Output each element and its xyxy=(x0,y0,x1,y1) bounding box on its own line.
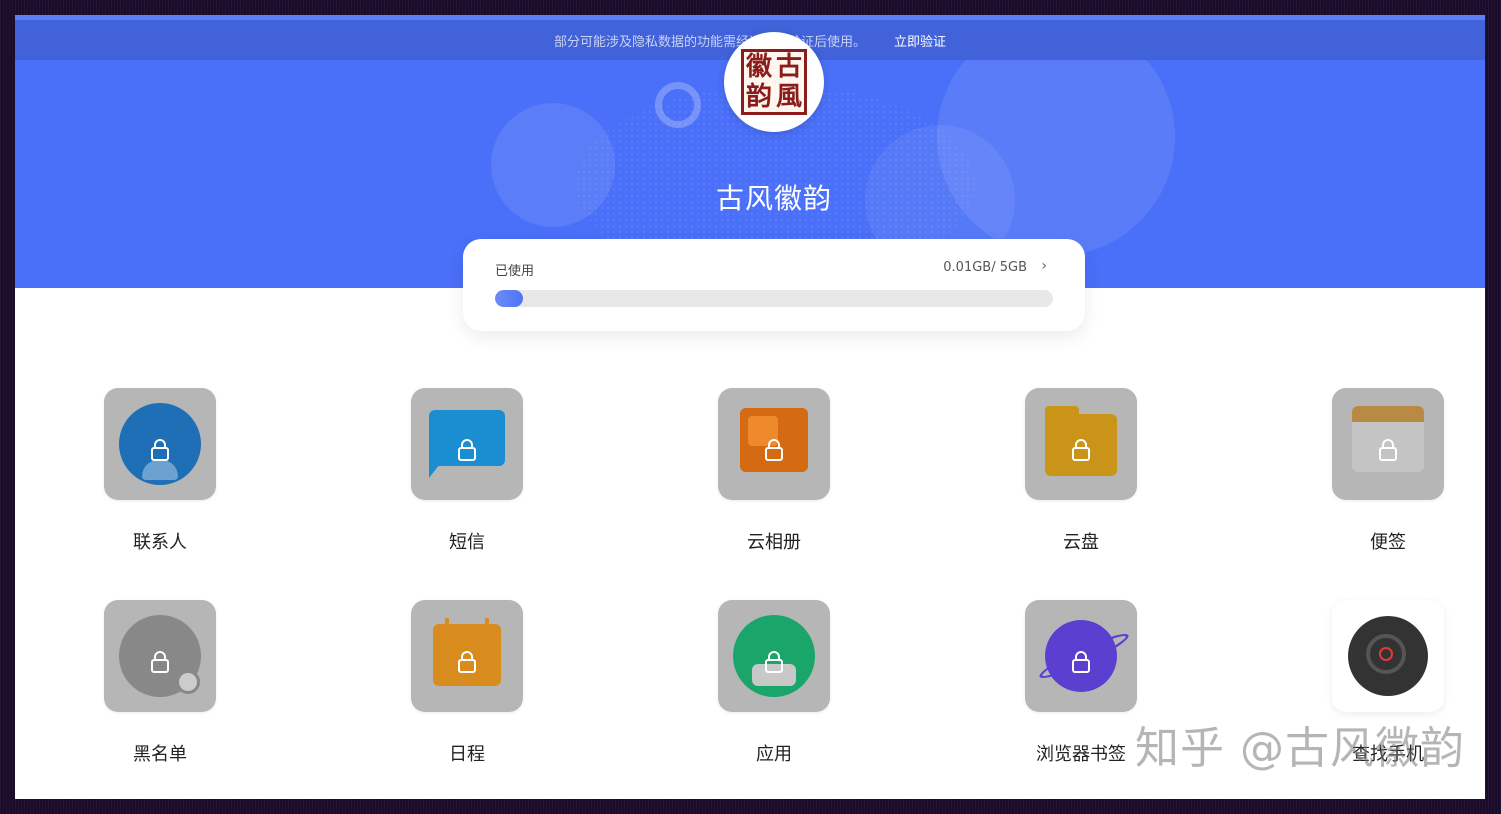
app-item-contacts[interactable]: 联系人 xyxy=(70,388,250,554)
app-item-apps[interactable]: 应用 xyxy=(684,600,864,766)
app-label: 黑名单 xyxy=(133,744,187,765)
lock-icon xyxy=(763,650,785,673)
lock-icon xyxy=(1377,438,1399,461)
lock-icon xyxy=(149,650,171,673)
app-item-message[interactable]: 短信 xyxy=(377,388,557,554)
cloud-drive-icon[interactable] xyxy=(1025,388,1137,500)
calendar-icon[interactable] xyxy=(411,600,523,712)
app-item-notes[interactable]: 便签 xyxy=(1298,388,1478,554)
watermark: 知乎 @古风徽韵 xyxy=(1135,723,1465,774)
app-grid: 联系人 短信 云相册 云盘 便签 黑名单 日程 应用 浏览器书签 查找手机 xyxy=(15,15,1485,799)
apps-icon[interactable] xyxy=(718,600,830,712)
find-phone-icon[interactable] xyxy=(1332,600,1444,712)
app-item-blacklist[interactable]: 黑名单 xyxy=(70,600,250,766)
contacts-icon[interactable] xyxy=(104,388,216,500)
notes-icon[interactable] xyxy=(1332,388,1444,500)
app-label: 联系人 xyxy=(133,532,187,553)
app-label: 短信 xyxy=(449,532,485,553)
lock-icon xyxy=(1070,438,1092,461)
app-label: 日程 xyxy=(449,744,485,765)
app-item-cloud-drive[interactable]: 云盘 xyxy=(991,388,1171,554)
blacklist-icon[interactable] xyxy=(104,600,216,712)
app-label: 便签 xyxy=(1370,532,1406,553)
lock-icon xyxy=(456,650,478,673)
app-label: 云盘 xyxy=(1063,532,1099,553)
app-item-calendar[interactable]: 日程 xyxy=(377,600,557,766)
cloud-service-page: 部分可能涉及隐私数据的功能需经过安全验证后使用。 立即验证 徽 古 韵 風 古风… xyxy=(15,15,1485,799)
cloud-album-icon[interactable] xyxy=(718,388,830,500)
app-item-cloud-album[interactable]: 云相册 xyxy=(684,388,864,554)
app-label: 云相册 xyxy=(747,532,801,553)
lock-icon xyxy=(1070,650,1092,673)
browser-bookmark-icon[interactable] xyxy=(1025,600,1137,712)
lock-icon xyxy=(456,438,478,461)
message-icon[interactable] xyxy=(411,388,523,500)
app-label: 应用 xyxy=(756,744,792,765)
lock-icon xyxy=(763,438,785,461)
lock-icon xyxy=(149,438,171,461)
